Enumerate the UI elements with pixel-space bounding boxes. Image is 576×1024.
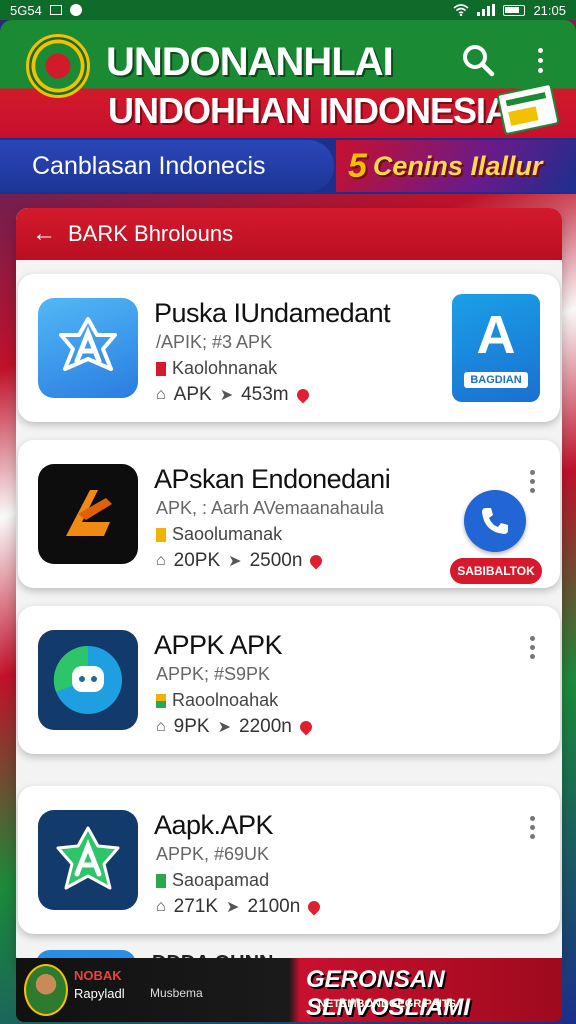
location-pin-icon [305, 898, 323, 916]
app-card[interactable]: Aapk.APK APPK, #69UK Saoapamad ⌂ 271K ➤ 21… [18, 786, 560, 934]
home-icon: ⌂ [156, 718, 166, 735]
app-meta: ⌂ 271K ➤ 2100n [156, 896, 323, 918]
app-icon-green-a [38, 810, 138, 910]
home-icon: ⌂ [156, 386, 166, 403]
call-icon [482, 508, 508, 534]
app-list-panel: ← BARK Bhrolouns Puska IUndamedant /APIK… [16, 208, 562, 968]
status-time-left: 5G54 [10, 2, 42, 18]
search-icon [463, 45, 495, 77]
panel-header: ← BARK Bhrolouns [16, 208, 562, 260]
region-pill[interactable]: Canblasan Indonecis [0, 140, 334, 192]
bottom-banner[interactable]: NOBAK Rapyladl Musbema GERONSAN SLNVOSLI… [16, 958, 562, 1022]
battery-icon [503, 4, 526, 16]
app-meta: ⌂ 9PK ➤ 2200n [156, 716, 315, 738]
more-options-icon[interactable] [526, 636, 538, 664]
banner-label: NOBAK [74, 968, 122, 983]
category-flag-icon [156, 873, 166, 888]
app-name: APskan Endonedani [154, 464, 391, 494]
signal-icon [477, 4, 496, 16]
app-meta: ⌂ APK ➤ 453m [156, 384, 312, 406]
tag-icon: ➤ [228, 553, 242, 570]
header-subtitle: UNDOHHAN INDONESIAI [108, 90, 520, 131]
banner-tagline: NETEMBONDGEGR PAITS [318, 998, 456, 1010]
location-pin-icon [294, 386, 312, 404]
app-downloads: 453m [241, 384, 289, 405]
search-button[interactable] [460, 42, 500, 78]
sub-banner: Canblasan Indonecis 5 Cenins Ilallur [0, 138, 576, 194]
panel-title: BARK Bhrolouns [68, 221, 234, 246]
app-icon-a-star [38, 298, 138, 398]
app-name: APPK APK [154, 630, 283, 660]
app-subtitle: /APIK; #3 APK [156, 332, 273, 352]
app-downloads: 2500n [249, 550, 303, 571]
app-icon-chat-bubble [38, 630, 138, 730]
status-time-right: 21:05 [533, 2, 566, 18]
side-promo-label: BAGDIAN [464, 372, 528, 388]
home-icon: ⌂ [156, 552, 166, 569]
location-pin-icon [307, 552, 325, 570]
more-options-icon[interactable] [526, 816, 538, 844]
header-title: UNDONANHLAI [106, 40, 394, 84]
banner-name: Rapyladl [74, 986, 125, 1001]
promo-banner[interactable]: 5 Cenins Ilallur [336, 140, 576, 192]
status-bar: 5G54 21:05 [0, 0, 576, 20]
app-size: APK [173, 384, 212, 405]
app-meta: ⌂ 20PK ➤ 2500n [156, 550, 325, 572]
app-logo [26, 34, 90, 98]
banner-headline: GERONSAN SLNVOSLIAMI [306, 966, 471, 1021]
call-button[interactable] [464, 490, 526, 552]
category-flag-icon [156, 693, 166, 708]
home-icon: ⌂ [156, 898, 166, 915]
app-card[interactable]: APskan Endonedani APK, : Aarh AVemaanaha… [18, 440, 560, 588]
category-flag-icon [156, 361, 166, 376]
mail-icon [49, 5, 62, 15]
app-subtitle: APPK, #69UK [156, 844, 270, 864]
category-flag-icon [156, 527, 166, 542]
promo-text: Cenins Ilallur [372, 150, 543, 181]
app-icon-orange-a [38, 464, 138, 564]
tag-icon: ➤ [219, 387, 234, 404]
app-category: Saoolumanak [156, 524, 282, 545]
tag-icon: ➤ [226, 899, 240, 916]
notification-icon [69, 4, 82, 16]
app-name: Aapk.APK [154, 810, 274, 840]
app-size: 9PK [173, 716, 210, 737]
app-category: Kaolohnanak [156, 358, 277, 379]
app-category: Saoapamad [156, 870, 269, 891]
app-downloads: 2100n [247, 896, 301, 917]
app-card[interactable]: APPK APK APPK; #S9PK Raoolnoahak ⌂ 9PK ➤ 2… [18, 606, 560, 754]
app-subtitle: APPK; #S9PK [156, 664, 271, 684]
location-pin-icon [297, 718, 315, 736]
tag-icon: ➤ [217, 719, 231, 736]
side-action-pill[interactable]: SABIBALTOK [450, 558, 542, 584]
app-subtitle: APK, : Aarh AVemaanahaula [156, 498, 384, 518]
wifi-icon [453, 4, 469, 16]
avatar [24, 964, 68, 1016]
app-downloads: 2200n [239, 716, 292, 737]
more-icon[interactable] [528, 42, 552, 78]
banner-subname: Musbema [150, 986, 203, 1000]
more-options-icon[interactable] [526, 470, 538, 498]
app-size: 271K [173, 896, 219, 917]
side-promo-tile[interactable]: A BAGDIAN [452, 294, 540, 402]
app-category: Raoolnoahak [156, 690, 278, 711]
app-header: UNDONANHLAI UNDOHHAN INDONESIAI [0, 20, 576, 138]
app-card[interactable]: Puska IUndamedant /APIK; #3 APK Kaolohna… [18, 274, 560, 422]
app-size: 20PK [173, 550, 221, 571]
promo-number: 5 [348, 146, 367, 185]
app-name: Puska IUndamedant [154, 298, 391, 328]
back-icon[interactable]: ← [32, 222, 56, 246]
